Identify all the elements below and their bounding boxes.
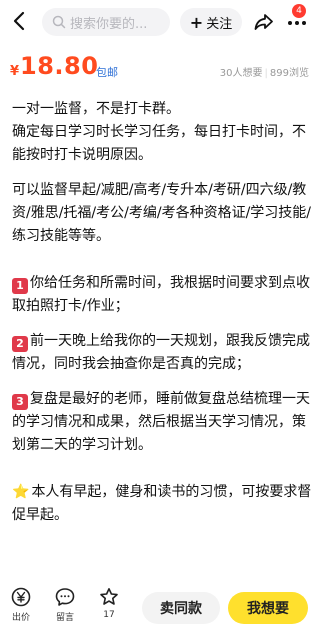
price-amount: 18.80: [20, 52, 99, 80]
notification-badge: 4: [292, 4, 306, 18]
list-item: 3 复盘是最好的老师，睡前做复盘总结梳理一天的学习情况和成果，然后根据当天学习情况…: [12, 391, 310, 453]
desc-line: 确定每日学习时长学习任务，每日打卡时间，不能按时打卡说明原因。: [12, 124, 306, 163]
star-outline-icon: [100, 588, 118, 605]
bottom-action-bar: 出价 留言 17 卖同款 我想要: [0, 580, 321, 632]
star-icon: ⭐: [12, 484, 30, 500]
sell-similar-button[interactable]: 卖同款: [142, 592, 220, 624]
offer-label: 出价: [11, 613, 30, 623]
follow-label: 关注: [206, 16, 233, 32]
currency-symbol: ¥: [10, 64, 20, 79]
search-icon: [52, 15, 66, 29]
plus-icon: +: [189, 12, 204, 32]
list-item: 2 前一天晚上给我你的一天规划，跟我反馈完成情况，同时我会抽查你是否真的完成；: [12, 333, 310, 372]
free-shipping-label: 包邮: [96, 66, 118, 79]
number-1-icon: 1: [12, 278, 28, 294]
desc-line: 一对一监督，不是打卡群。: [12, 101, 180, 117]
price-row: ¥ 18.80 包邮 30人想要 | 899浏览: [0, 52, 321, 82]
number-2-icon: 2: [12, 336, 28, 352]
message-button[interactable]: 留言: [50, 586, 80, 623]
views-count: 899浏览: [269, 68, 309, 79]
chat-bubble-icon: [55, 588, 75, 606]
desc-line: 可以监督早起/减肥/高考/专升本/考研/四六级/教资/雅思/托福/考公/考编/考…: [12, 182, 312, 244]
favorite-count: 17: [103, 610, 115, 620]
search-placeholder: 搜索你要的...: [70, 16, 148, 32]
offer-button[interactable]: 出价: [6, 586, 36, 623]
follow-button[interactable]: + 关注: [180, 8, 242, 36]
want-button[interactable]: 我想要: [228, 592, 308, 624]
favorite-button[interactable]: 17: [94, 586, 124, 620]
list-item: 1 你给任务和所需时间，我根据时间要求到点收取拍照打卡/作业；: [12, 275, 310, 314]
number-3-icon: 3: [12, 394, 28, 410]
back-arrow-icon[interactable]: [8, 9, 32, 33]
note-line: ⭐ 本人有早起，健身和读书的习惯，可按要求督促早起。: [12, 484, 312, 523]
item-stats: 30人想要 | 899浏览: [219, 68, 309, 79]
search-input[interactable]: 搜索你要的...: [42, 8, 170, 36]
message-label: 留言: [55, 613, 74, 623]
share-icon[interactable]: [252, 10, 276, 34]
more-menu-button[interactable]: 4: [286, 4, 314, 36]
more-dots-icon: [288, 21, 306, 25]
top-bar: 搜索你要的... + 关注 4: [0, 0, 321, 44]
wants-count: 30人想要: [219, 68, 263, 79]
yuan-icon: [11, 587, 31, 607]
item-description: 一对一监督，不是打卡群。 确定每日学习时长学习任务，每日打卡时间，不能按时打卡说…: [12, 98, 312, 527]
